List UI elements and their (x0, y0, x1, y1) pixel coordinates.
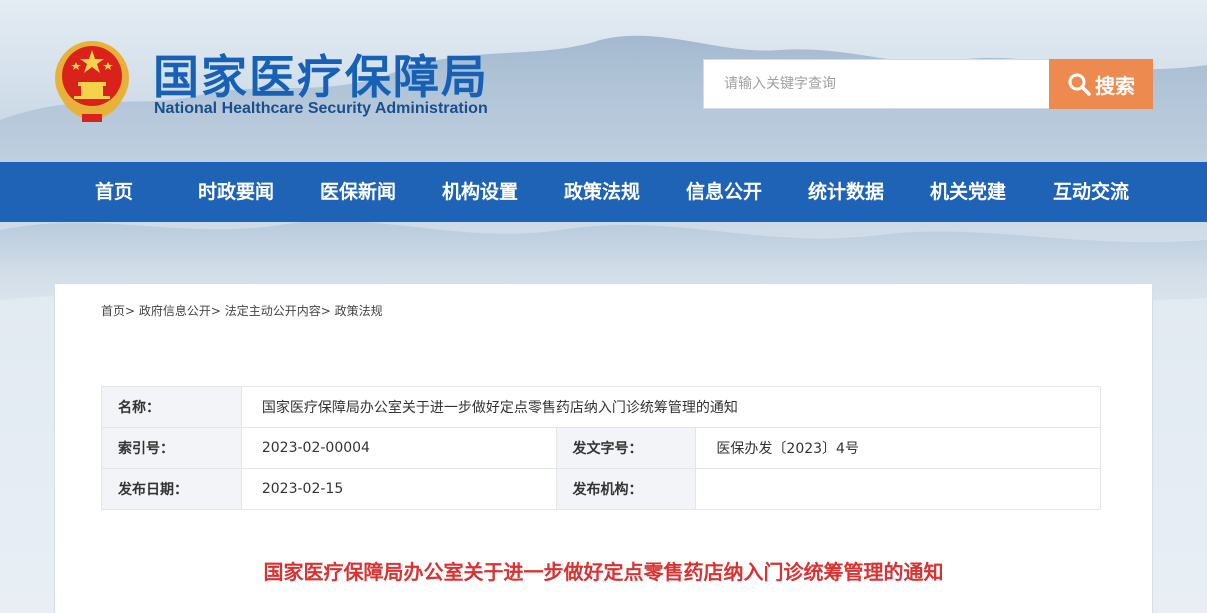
date-label: 发布日期： (101, 468, 242, 510)
nav-item-policy[interactable]: 政策法规 (564, 162, 640, 222)
table-row: 名称： 国家医疗保障局办公室关于进一步做好定点零售药店纳入门诊统筹管理的通知 (101, 386, 1102, 428)
nav-item-organization[interactable]: 机构设置 (442, 162, 518, 222)
breadcrumb-statutory[interactable]: 法定主动公开内容> (225, 304, 331, 318)
main-nav: 首页 时政要闻 医保新闻 机构设置 政策法规 信息公开 统计数据 机关党建 互动… (0, 162, 1207, 222)
table-row: 索引号： 2023-02-00004 发文字号： 医保办发〔2023〕4号 (101, 427, 1101, 469)
site-header: 国家医疗保障局 National Healthcare Security Adm… (0, 0, 1207, 162)
breadcrumb: 首页> 政府信息公开> 法定主动公开内容> 政策法规 (101, 302, 383, 319)
site-title: 国家医疗保障局 (153, 50, 489, 104)
breadcrumb-home[interactable]: 首页> (101, 304, 135, 318)
search-input[interactable] (703, 59, 1049, 109)
national-emblem-icon (55, 41, 129, 122)
nav-item-party[interactable]: 机关党建 (930, 162, 1006, 222)
search-icon (1068, 73, 1091, 96)
date-value: 2023-02-15 (240, 468, 557, 510)
document-title: 国家医疗保障局办公室关于进一步做好定点零售药店纳入门诊统筹管理的通知 (263, 560, 944, 584)
document-meta-table: 名称： 国家医疗保障局办公室关于进一步做好定点零售药店纳入门诊统筹管理的通知 索… (101, 386, 1102, 510)
index-value: 2023-02-00004 (240, 427, 557, 469)
nav-item-interaction[interactable]: 互动交流 (1053, 162, 1129, 222)
nav-item-statistics[interactable]: 统计数据 (808, 162, 884, 222)
search-button-label: 搜索 (1095, 73, 1135, 98)
breadcrumb-disclosure[interactable]: 政府信息公开> (139, 304, 221, 318)
doc-no-label: 发文字号： (555, 427, 697, 469)
search-button[interactable]: 搜索 (1049, 59, 1153, 109)
table-row: 发布日期： 2023-02-15 发布机构： (101, 468, 1101, 510)
nav-item-healthcare-news[interactable]: 医保新闻 (320, 162, 396, 222)
org-value (695, 468, 1101, 510)
breadcrumb-policy[interactable]: 政策法规 (335, 304, 383, 318)
site-subtitle: National Healthcare Security Administrat… (154, 100, 488, 117)
nav-item-news[interactable]: 时政要闻 (198, 162, 274, 222)
content-panel: 首页> 政府信息公开> 法定主动公开内容> 政策法规 名称： 国家医疗保障局办公… (54, 283, 1153, 613)
index-label: 索引号： (101, 427, 242, 469)
nav-item-home[interactable]: 首页 (95, 162, 133, 222)
doc-no-value: 医保办发〔2023〕4号 (695, 427, 1101, 469)
name-value: 国家医疗保障局办公室关于进一步做好定点零售药店纳入门诊统筹管理的通知 (240, 386, 1102, 428)
nav-item-disclosure[interactable]: 信息公开 (686, 162, 762, 222)
org-label: 发布机构： (555, 468, 697, 510)
name-label: 名称： (101, 386, 242, 428)
